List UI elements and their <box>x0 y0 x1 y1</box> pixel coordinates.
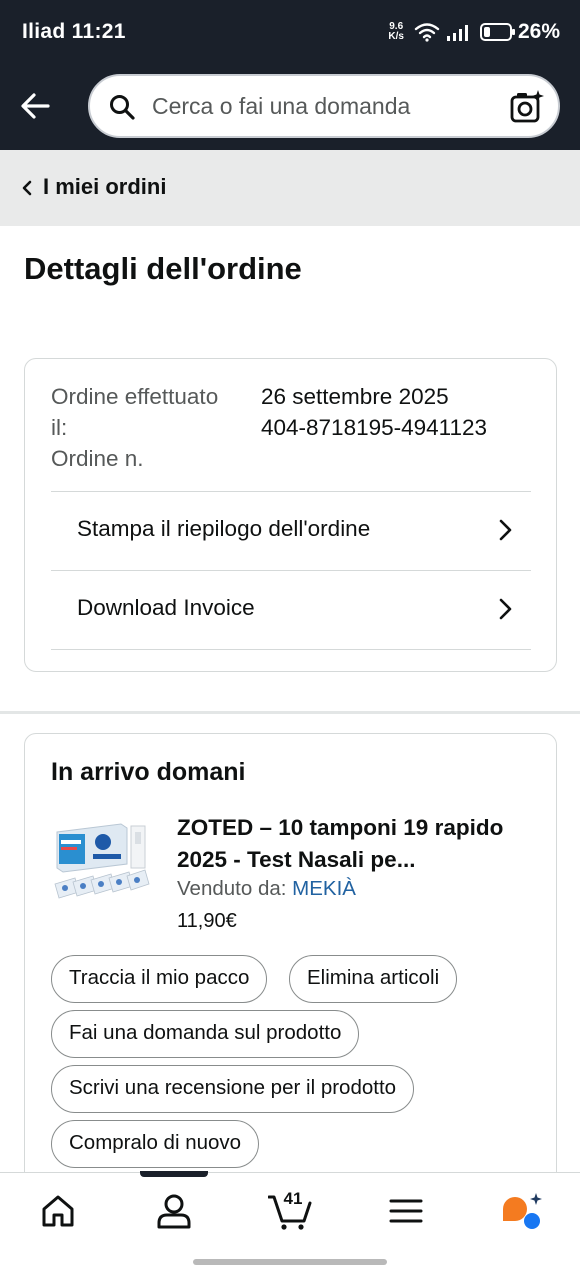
order-date-label: Ordine effettuato il: <box>51 384 219 440</box>
chevron-left-icon <box>22 180 32 196</box>
print-summary-row[interactable]: Stampa il riepilogo dell'ordine <box>51 491 531 570</box>
section-divider <box>0 711 580 714</box>
order-info-card: Ordine effettuato il: Ordine n. 26 sette… <box>24 358 557 672</box>
battery-icon <box>479 23 515 41</box>
signal-icon <box>446 25 468 41</box>
order-number-label: Ordine n. <box>51 446 144 471</box>
order-date: 26 settembre 2025 <box>261 384 449 409</box>
print-summary-label: Stampa il riepilogo dell'ordine <box>77 516 371 541</box>
seller-link[interactable]: MEKIÀ <box>292 877 356 900</box>
status-icons: 9.6 K/s 26% <box>388 20 560 44</box>
home-icon[interactable] <box>38 1191 78 1231</box>
breadcrumb-label[interactable]: I miei ordini <box>43 174 166 200</box>
product-price: 11,90€ <box>177 910 237 932</box>
track-package-button[interactable]: Traccia il mio pacco <box>51 955 268 1003</box>
delivery-card: In arrivo domani ZOTED – 10 tamponi 19 r… <box>24 733 557 1193</box>
camera-search-icon[interactable] <box>508 88 546 126</box>
chevron-right-icon <box>499 519 512 541</box>
status-carrier-time: Iliad 11:21 <box>22 20 126 44</box>
search-input[interactable] <box>152 76 492 136</box>
row-divider <box>51 649 531 650</box>
status-bar: Iliad 11:21 9.6 K/s 26% <box>0 0 580 68</box>
seller-prefix: Venduto da: <box>177 877 287 900</box>
search-icon <box>110 95 135 120</box>
network-speed-unit: K/s <box>388 31 404 42</box>
home-gesture-bar[interactable] <box>193 1259 387 1265</box>
menu-icon[interactable] <box>386 1191 426 1231</box>
download-invoice-row[interactable]: Download Invoice <box>51 570 531 649</box>
network-speed: 9.6 K/s <box>388 22 404 42</box>
write-review-button[interactable]: Scrivi una recensione per il prodotto <box>51 1065 415 1113</box>
delivery-status: In arrivo domani <box>51 758 246 786</box>
cart-count-badge: 41 <box>283 1189 303 1208</box>
product-image[interactable] <box>51 818 155 910</box>
wifi-icon <box>414 23 440 42</box>
battery-percent: 26% <box>517 20 560 43</box>
search-bar[interactable] <box>88 74 560 138</box>
ask-question-button[interactable]: Fai una domanda sul prodotto <box>51 1010 360 1058</box>
order-info-labels: Ordine effettuato il: Ordine n. <box>51 381 231 474</box>
active-tab-indicator <box>140 1171 208 1177</box>
seller-info: Venduto da: MEKIÀ <box>177 877 356 901</box>
order-info-values: 26 settembre 2025 404-8718195-4941123 <box>261 381 487 443</box>
delete-items-button[interactable]: Elimina articoli <box>289 955 458 1003</box>
back-arrow-icon[interactable] <box>18 88 54 124</box>
page-title: Dettagli dell'ordine <box>24 251 302 286</box>
order-number: 404-8718195-4941123 <box>261 415 488 440</box>
account-icon[interactable] <box>154 1191 194 1231</box>
assistant-icon[interactable] <box>500 1191 544 1231</box>
download-invoice-label: Download Invoice <box>77 595 255 620</box>
app-header <box>0 68 580 150</box>
product-title[interactable]: ZOTED – 10 tamponi 19 rapido 2025 - Test… <box>177 812 537 876</box>
chevron-right-icon <box>499 598 512 620</box>
buy-again-button[interactable]: Compralo di nuovo <box>51 1120 260 1168</box>
breadcrumb[interactable]: I miei ordini <box>0 150 580 226</box>
clock: 11:21 <box>71 20 126 43</box>
carrier-label: Iliad <box>22 20 66 43</box>
